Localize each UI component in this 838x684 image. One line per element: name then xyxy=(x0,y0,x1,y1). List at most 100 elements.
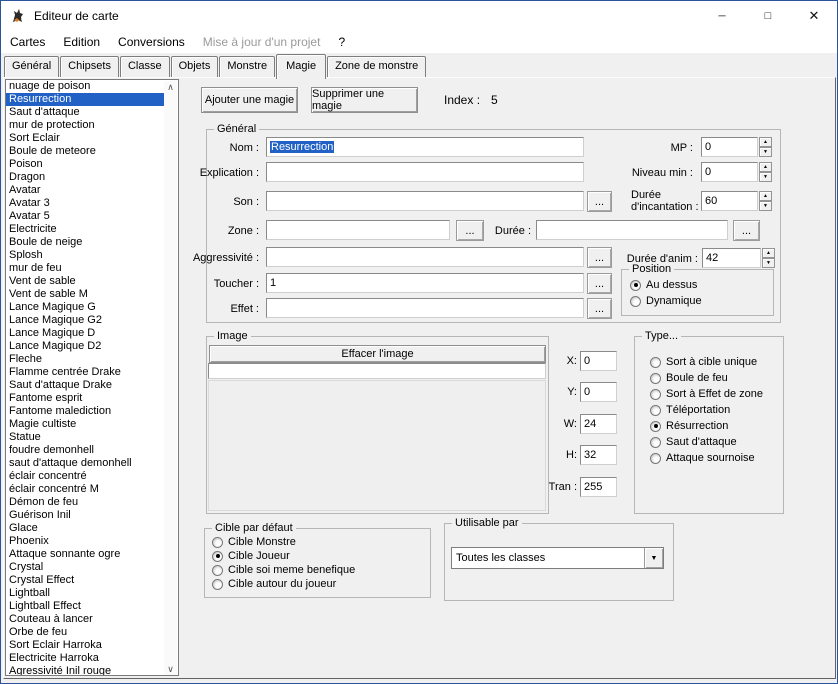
duree-anim-spin-down-icon[interactable]: ▼ xyxy=(762,258,775,268)
position-option-au-dessus[interactable]: Au dessus xyxy=(622,277,773,293)
list-item-lance-magique-d[interactable]: Lance Magique D xyxy=(6,327,178,340)
position-option-dynamique[interactable]: Dynamique xyxy=(622,293,773,309)
list-item-lance-magique-g[interactable]: Lance Magique G xyxy=(6,301,178,314)
add-magic-button[interactable]: Ajouter une magie xyxy=(201,87,298,113)
list-item-resurrection[interactable]: Resurrection xyxy=(6,93,166,106)
explication-field[interactable] xyxy=(266,162,584,182)
duree-anim-spin-up-icon[interactable]: ▲ xyxy=(762,248,775,258)
duree-anim-field[interactable] xyxy=(702,248,761,268)
type-option-r-surrection[interactable]: Résurrection xyxy=(635,418,783,434)
tab-objets[interactable]: Objets xyxy=(171,56,219,77)
image-y-field[interactable] xyxy=(580,382,617,402)
list-item-glace[interactable]: Glace xyxy=(6,522,178,535)
list-item-dragon[interactable]: Dragon xyxy=(6,171,178,184)
aggressivite-browse-button[interactable]: ... xyxy=(587,247,612,268)
tab-g-n-ral[interactable]: Général xyxy=(4,56,59,77)
list-item-crystal-effect[interactable]: Crystal Effect xyxy=(6,574,178,587)
cible-option-cible-monstre[interactable]: Cible Monstre xyxy=(205,535,430,549)
scroll-down-icon[interactable]: ∨ xyxy=(167,663,174,676)
list-item-boule-de-meteore[interactable]: Boule de meteore xyxy=(6,145,178,158)
list-item-clair-concentr[interactable]: éclair concentré xyxy=(6,470,178,483)
list-item-phoenix[interactable]: Phoenix xyxy=(6,535,178,548)
list-item-sort-eclair[interactable]: Sort Eclair xyxy=(6,132,178,145)
menu-item-edition[interactable]: Edition xyxy=(54,31,109,53)
list-item-boule-de-neige[interactable]: Boule de neige xyxy=(6,236,178,249)
son-browse-button[interactable]: ... xyxy=(587,191,612,212)
list-item-lance-magique-g2[interactable]: Lance Magique G2 xyxy=(6,314,178,327)
effet-field[interactable] xyxy=(266,298,584,318)
list-item-vent-de-sable-m[interactable]: Vent de sable M xyxy=(6,288,178,301)
list-item-statue[interactable]: Statue xyxy=(6,431,178,444)
duree-field[interactable] xyxy=(536,220,728,240)
duree-incantation-field[interactable] xyxy=(701,191,758,211)
menu-item-conversions[interactable]: Conversions xyxy=(109,31,194,53)
list-item-electricite-harroka[interactable]: Electricite Harroka xyxy=(6,652,178,665)
radio-icon[interactable] xyxy=(212,565,223,576)
list-item-nuage-de-poison[interactable]: nuage de poison xyxy=(6,80,178,93)
radio-icon[interactable] xyxy=(650,389,661,400)
cible-option-cible-soi-meme-benefique[interactable]: Cible soi meme benefique xyxy=(205,563,430,577)
list-item-flamme-centr-e-drake[interactable]: Flamme centrée Drake xyxy=(6,366,178,379)
tab-zone-de-monstre[interactable]: Zone de monstre xyxy=(327,56,426,77)
niveau-min-field[interactable] xyxy=(701,162,758,182)
list-item-saut-d-attaque[interactable]: Saut d'attaque xyxy=(6,106,178,119)
list-item-avatar-3[interactable]: Avatar 3 xyxy=(6,197,178,210)
type-option-attaque-sournoise[interactable]: Attaque sournoise xyxy=(635,450,783,466)
tab-monstre[interactable]: Monstre xyxy=(219,56,275,77)
list-item-avatar-5[interactable]: Avatar 5 xyxy=(6,210,178,223)
radio-icon[interactable] xyxy=(630,296,641,307)
list-item-couteau-lancer[interactable]: Couteau à lancer xyxy=(6,613,178,626)
image-tran-field[interactable] xyxy=(580,477,617,497)
effet-browse-button[interactable]: ... xyxy=(587,298,612,319)
delete-magic-button[interactable]: Supprimer une magie xyxy=(311,87,418,113)
list-item-avatar[interactable]: Avatar xyxy=(6,184,178,197)
duree-browse-button[interactable]: ... xyxy=(733,220,760,241)
image-x-field[interactable] xyxy=(580,351,617,371)
radio-icon[interactable] xyxy=(212,551,223,562)
radio-icon[interactable] xyxy=(650,357,661,368)
type-option-sort-cible-unique[interactable]: Sort à cible unique xyxy=(635,354,783,370)
classes-combobox[interactable]: Toutes les classes ▼ xyxy=(451,547,664,569)
toucher-field[interactable] xyxy=(266,273,584,293)
list-item-saut-d-attaque-demonhell[interactable]: saut d'attaque demonhell xyxy=(6,457,178,470)
list-item-magie-cultiste[interactable]: Magie cultiste xyxy=(6,418,178,431)
nom-field[interactable]: Resurrection xyxy=(266,137,584,157)
menu-item-[interactable]: ? xyxy=(329,31,354,53)
mp-spin-up-icon[interactable]: ▲ xyxy=(759,137,772,147)
radio-icon[interactable] xyxy=(212,579,223,590)
list-item-poison[interactable]: Poison xyxy=(6,158,178,171)
spell-list[interactable]: ∧ ∨ nuage de poisonResurrectionSaut d'at… xyxy=(5,79,179,676)
list-item-foudre-demonhell[interactable]: foudre demonhell xyxy=(6,444,178,457)
niveau-min-spin-up-icon[interactable]: ▲ xyxy=(759,162,772,172)
radio-icon[interactable] xyxy=(650,437,661,448)
list-item-saut-d-attaque-drake[interactable]: Saut d'attaque Drake xyxy=(6,379,178,392)
son-field[interactable] xyxy=(266,191,584,211)
list-item-fantome-malediction[interactable]: Fantome malediction xyxy=(6,405,178,418)
list-item-orbe-de-feu[interactable]: Orbe de feu xyxy=(6,626,178,639)
tab-chipsets[interactable]: Chipsets xyxy=(60,56,119,77)
menu-item-cartes[interactable]: Cartes xyxy=(1,31,54,53)
mp-spin-down-icon[interactable]: ▼ xyxy=(759,147,772,157)
radio-icon[interactable] xyxy=(630,280,641,291)
clear-image-button[interactable]: Effacer l'image xyxy=(209,345,546,363)
radio-icon[interactable] xyxy=(650,453,661,464)
list-item-mur-de-feu[interactable]: mur de feu xyxy=(6,262,178,275)
list-item-sort-eclair-harroka[interactable]: Sort Eclair Harroka xyxy=(6,639,178,652)
combo-dropdown-icon[interactable]: ▼ xyxy=(644,548,663,568)
duree-incantation-spin-up-icon[interactable]: ▲ xyxy=(759,191,772,201)
list-item-lightball[interactable]: Lightball xyxy=(6,587,178,600)
toucher-browse-button[interactable]: ... xyxy=(587,273,612,294)
radio-icon[interactable] xyxy=(650,405,661,416)
cible-option-cible-autour-du-joueur[interactable]: Cible autour du joueur xyxy=(205,577,430,591)
aggressivite-field[interactable] xyxy=(266,247,584,267)
list-item-d-mon-de-feu[interactable]: Démon de feu xyxy=(6,496,178,509)
list-item-gu-rison-inil[interactable]: Guérison Inil xyxy=(6,509,178,522)
list-item-vent-de-sable[interactable]: Vent de sable xyxy=(6,275,178,288)
list-item-clair-concentr-m[interactable]: éclair concentré M xyxy=(6,483,178,496)
image-path-field[interactable] xyxy=(208,363,546,379)
type-option-sort-effet-de-zone[interactable]: Sort à Effet de zone xyxy=(635,386,783,402)
image-h-field[interactable] xyxy=(580,445,617,465)
scroll-up-icon[interactable]: ∧ xyxy=(167,81,174,94)
list-item-fleche[interactable]: Fleche xyxy=(6,353,178,366)
type-option-boule-de-feu[interactable]: Boule de feu xyxy=(635,370,783,386)
